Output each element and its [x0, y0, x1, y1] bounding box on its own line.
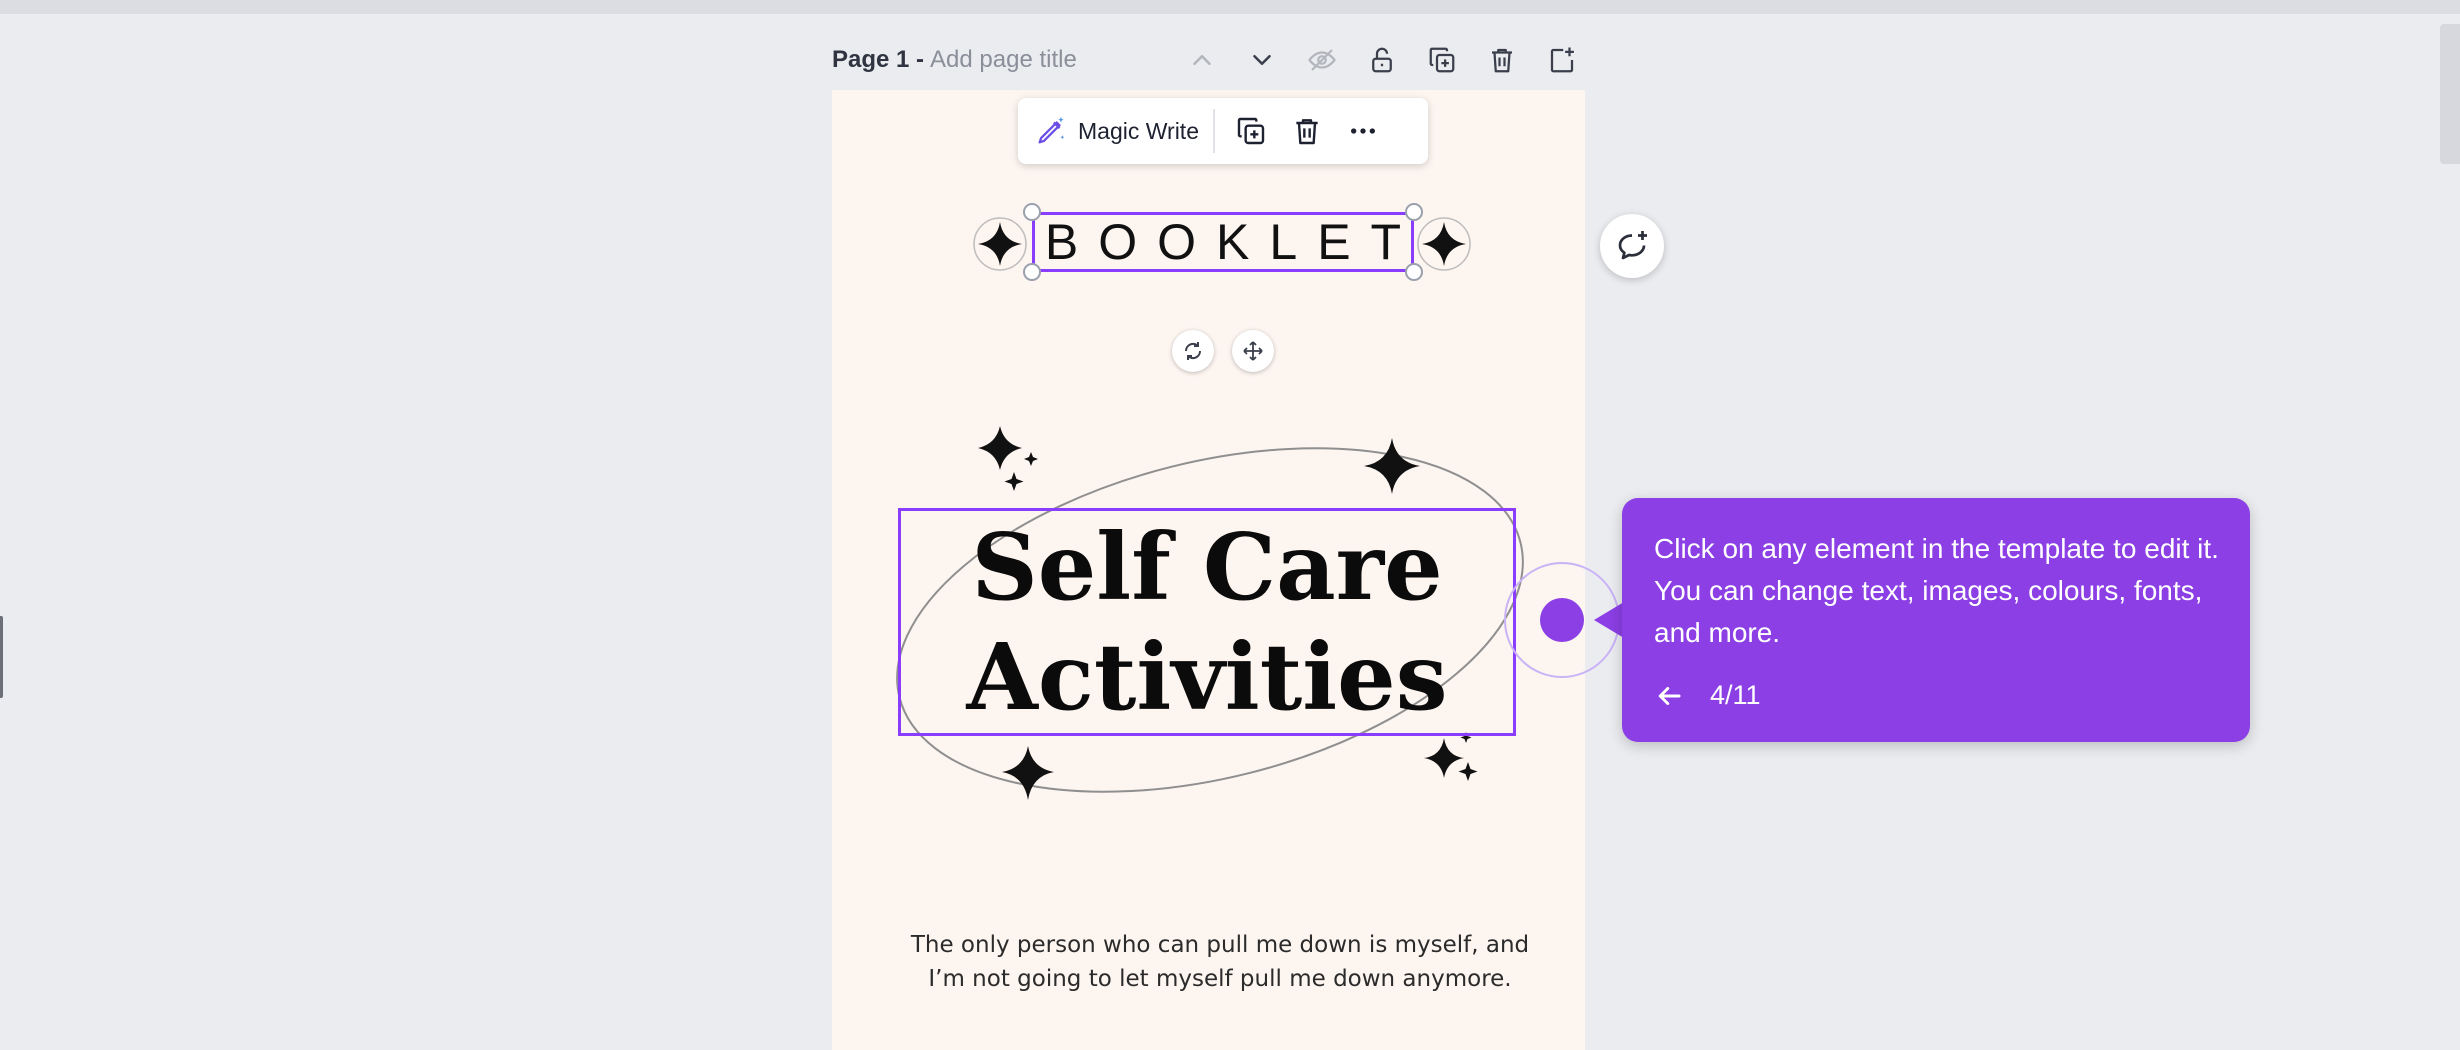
resize-handle-bottom-left[interactable]: [1023, 263, 1041, 281]
page-header: Page 1 - Add page title: [832, 38, 1077, 82]
vertical-scrollbar[interactable]: [2440, 24, 2460, 164]
magic-pen-icon: [1038, 116, 1065, 144]
rotate-icon: [1184, 342, 1202, 360]
magic-write-label: Magic Write: [1078, 117, 1199, 144]
toolbar-divider: [1213, 109, 1215, 153]
delete-page-icon: [1492, 48, 1512, 73]
delete-button[interactable]: [1279, 98, 1335, 164]
element-toolbar: Magic Write: [1018, 98, 1428, 164]
side-panel-handle[interactable]: [0, 616, 3, 698]
quote-text[interactable]: The only person who can pull me down is …: [870, 928, 1570, 996]
hide-page-button[interactable]: [1300, 38, 1344, 82]
rotate-button[interactable]: [1172, 330, 1214, 372]
hide-icon: [1308, 49, 1336, 71]
arrow-left-icon: [1658, 686, 1681, 705]
duplicate-button[interactable]: [1223, 98, 1279, 164]
tooltip-back-button[interactable]: [1654, 681, 1698, 711]
add-page-icon: [1550, 47, 1574, 73]
more-options-button[interactable]: [1335, 98, 1391, 164]
chevron-down-icon: [1253, 55, 1271, 65]
move-icon: [1243, 341, 1263, 361]
move-button[interactable]: [1232, 330, 1274, 372]
resize-handle-top-left[interactable]: [1023, 203, 1041, 221]
duplicate-page-icon: [1429, 47, 1455, 73]
onboarding-tooltip: Click on any element in the template to …: [1622, 498, 2250, 742]
trash-icon: [1296, 119, 1318, 145]
quote-line-2: I’m not going to let myself pull me down…: [928, 966, 1512, 992]
page-title-input[interactable]: Add page title: [930, 46, 1077, 74]
add-comment-button[interactable]: [1600, 214, 1664, 278]
title-line-1: Self Care: [971, 513, 1443, 621]
duplicate-icon: [1237, 117, 1265, 145]
chevron-up-icon: [1193, 55, 1211, 65]
tooltip-pointer: [1594, 602, 1624, 638]
title-line-2: Activities: [966, 623, 1448, 731]
lock-icon: [1372, 47, 1392, 73]
tooltip-hotspot[interactable]: [1540, 598, 1584, 642]
add-page-button[interactable]: [1540, 38, 1584, 82]
move-page-down-button[interactable]: [1240, 38, 1284, 82]
title-text[interactable]: Self Care Activities: [898, 508, 1516, 736]
more-icon: [1351, 128, 1375, 134]
booklet-text[interactable]: BOOKLET: [1032, 210, 1414, 274]
tooltip-text: Click on any element in the template to …: [1654, 533, 2219, 648]
delete-page-button[interactable]: [1480, 38, 1524, 82]
quote-line-1: The only person who can pull me down is …: [910, 932, 1530, 958]
comment-add-icon: [1618, 231, 1647, 260]
resize-handle-bottom-right[interactable]: [1405, 263, 1423, 281]
page-tools: [1180, 38, 1584, 82]
top-strip: [0, 0, 2460, 14]
tooltip-footer: 4/11: [1654, 680, 2220, 711]
resize-handle-top-right[interactable]: [1405, 203, 1423, 221]
tooltip-step-counter: 4/11: [1710, 680, 1761, 710]
lock-page-button[interactable]: [1360, 38, 1404, 82]
move-page-up-button[interactable]: [1180, 38, 1224, 82]
page-number-label: Page 1 -: [832, 46, 925, 73]
magic-write-button[interactable]: Magic Write: [1018, 98, 1213, 164]
duplicate-page-button[interactable]: [1420, 38, 1464, 82]
